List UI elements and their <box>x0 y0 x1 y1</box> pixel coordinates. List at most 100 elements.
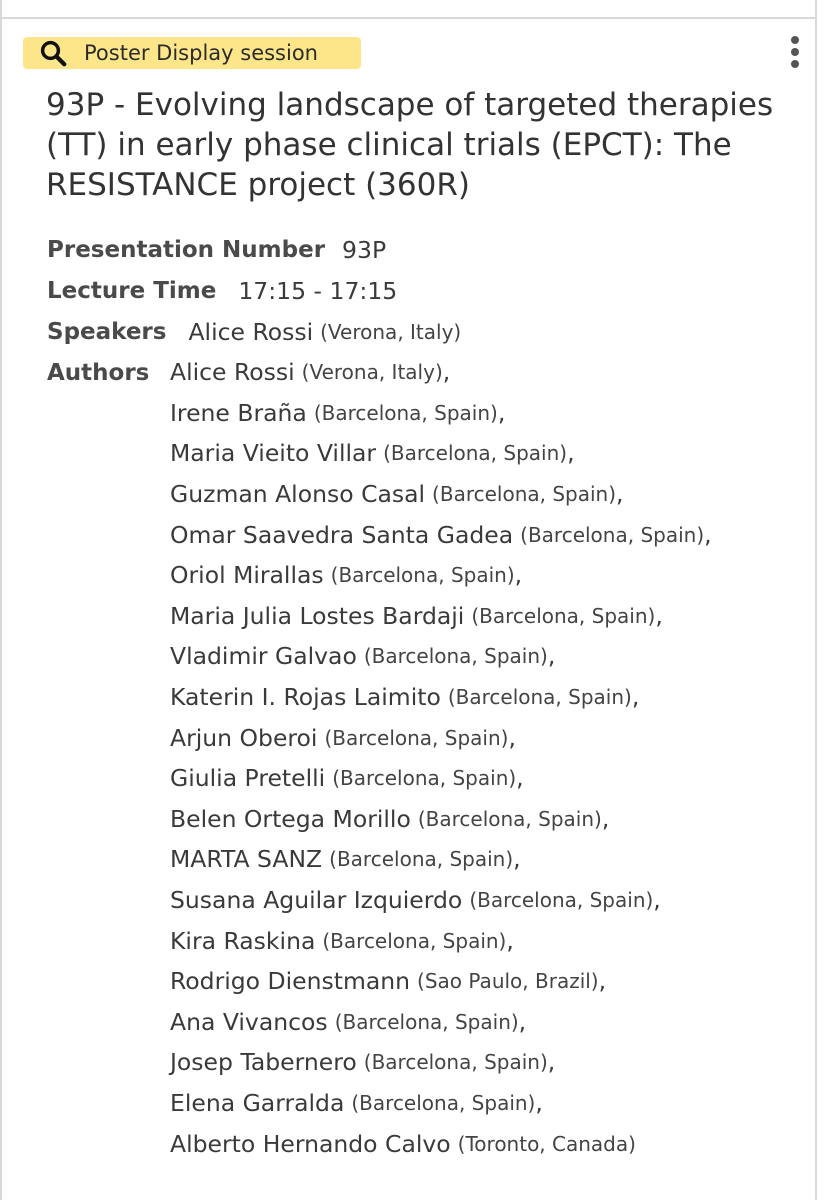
session-type-label: Poster Display session <box>84 41 318 65</box>
author-item: Omar Saavedra Santa Gadea (Barcelona, Spa… <box>170 514 712 555</box>
abstract-title[interactable]: 93P - Evolving landscape of targeted the… <box>46 85 786 205</box>
author-location: (Barcelona, Spain) <box>334 1009 519 1034</box>
author-name[interactable]: Omar Saavedra Santa Gadea <box>170 521 513 549</box>
author-name[interactable]: Susana Aguilar Izquierdo <box>170 886 462 914</box>
author-location: (Barcelona, Spain) <box>322 928 507 953</box>
author-name[interactable]: Alberto Hernando Calvo <box>170 1130 451 1158</box>
author-separator: , <box>514 561 523 590</box>
author-name[interactable]: Rodrigo Dienstmann <box>170 967 410 995</box>
author-name[interactable]: Maria Julia Lostes Bardaji <box>170 602 464 630</box>
author-item: Arjun Oberoi (Barcelona, Spain), <box>170 717 712 758</box>
author-name[interactable]: Guzman Alonso Casal <box>170 480 425 508</box>
author-item: Ana Vivancos (Barcelona, Spain), <box>170 1002 712 1043</box>
author-separator: , <box>704 520 712 549</box>
author-item: Irene Braña (Barcelona, Spain), <box>170 393 712 434</box>
top-divider <box>0 17 817 19</box>
author-item: Belen Ortega Morillo (Barcelona, Spain), <box>170 799 712 840</box>
author-separator: , <box>535 1088 543 1117</box>
author-separator: , <box>506 926 514 955</box>
author-item: Rodrigo Dienstmann (Sao Paulo, Brazil), <box>170 961 712 1002</box>
author-name[interactable]: MARTA SANZ <box>170 845 322 873</box>
author-separator: , <box>442 358 451 387</box>
card-border-right <box>815 0 817 1200</box>
more-vertical-icon[interactable] <box>786 36 804 68</box>
author-location: (Verona, Italy) <box>301 360 443 385</box>
more-dot <box>791 60 799 68</box>
author-item: Alice Rossi (Verona, Italy), <box>170 352 712 393</box>
author-separator: , <box>513 845 521 874</box>
author-location: (Toronto, Canada) <box>457 1131 636 1156</box>
more-dot <box>791 48 799 56</box>
session-card: Poster Display session 93P - Evolving la… <box>0 0 836 1200</box>
session-details: Presentation Number 93P Lecture Time 17:… <box>47 229 807 1164</box>
lecture-time-label: Lecture Time <box>47 277 217 304</box>
author-separator: , <box>616 480 624 509</box>
author-separator: , <box>516 764 524 793</box>
author-name[interactable]: Kira Raskina <box>170 927 315 955</box>
author-location: (Barcelona, Spain) <box>324 725 509 750</box>
presentation-number-label: Presentation Number <box>47 236 326 263</box>
author-name[interactable]: Ana Vivancos <box>170 1008 328 1036</box>
author-item: Susana Aguilar Izquierdo (Barcelona, Spai… <box>170 880 712 921</box>
author-location: (Barcelona, Spain) <box>383 441 568 466</box>
author-name[interactable]: Giulia Pretelli <box>170 764 325 792</box>
author-separator: , <box>601 804 610 833</box>
author-location: (Barcelona, Spain) <box>332 766 517 791</box>
search-icon <box>40 40 67 67</box>
author-location: (Sao Paulo, Brazil) <box>417 969 599 994</box>
author-name[interactable]: Alice Rossi <box>170 358 295 386</box>
author-item: MARTA SANZ (Barcelona, Spain), <box>170 839 712 880</box>
author-location: (Barcelona, Spain) <box>471 603 656 628</box>
author-item: Elena Garralda (Barcelona, Spain), <box>170 1083 712 1124</box>
author-location: (Barcelona, Spain) <box>520 522 705 547</box>
lecture-time-row: Lecture Time 17:15 - 17:15 <box>47 270 807 311</box>
author-item: Vladimir Galvao (Barcelona, Spain), <box>170 636 712 677</box>
session-type-badge[interactable]: Poster Display session <box>23 37 361 69</box>
author-separator: , <box>508 723 516 752</box>
author-location: (Barcelona, Spain) <box>469 888 654 913</box>
author-location: (Barcelona, Spain) <box>363 644 548 669</box>
author-name[interactable]: Maria Vieito Villar <box>170 439 376 467</box>
author-location: (Barcelona, Spain) <box>329 847 514 872</box>
author-item: Maria Vieito Villar (Barcelona, Spain), <box>170 433 712 474</box>
author-item: Katerin I. Rojas Laimito (Barcelona, Spai… <box>170 677 712 718</box>
author-separator: , <box>631 683 640 712</box>
author-name[interactable]: Arjun Oberoi <box>170 724 317 752</box>
author-item: Oriol Mirallas (Barcelona, Spain), <box>170 555 712 596</box>
presentation-number-value: 93P <box>342 235 387 264</box>
author-location: (Barcelona, Spain) <box>330 563 515 588</box>
presentation-number-row: Presentation Number 93P <box>47 229 807 270</box>
author-item: Alberto Hernando Calvo (Toronto, Canada) <box>170 1123 712 1164</box>
authors-label: Authors <box>47 359 150 386</box>
author-item: Giulia Pretelli (Barcelona, Spain), <box>170 758 712 799</box>
speakers-row: Speakers Alice Rossi (Verona, Italy) <box>47 311 807 352</box>
author-item: Josep Tabernero (Barcelona, Spain), <box>170 1042 712 1083</box>
author-item: Maria Julia Lostes Bardaji (Barcelona, Sp… <box>170 596 712 637</box>
author-separator: , <box>547 642 556 671</box>
speaker-name[interactable]: Alice Rossi <box>188 318 313 346</box>
author-separator: , <box>598 967 607 996</box>
author-name[interactable]: Josep Tabernero <box>170 1048 357 1076</box>
more-dot <box>791 36 799 44</box>
author-separator: , <box>653 886 661 915</box>
author-name[interactable]: Katerin I. Rojas Laimito <box>170 683 441 711</box>
author-location: (Barcelona, Spain) <box>432 482 617 507</box>
author-separator: , <box>547 1048 556 1077</box>
author-location: (Barcelona, Spain) <box>447 685 632 710</box>
author-name[interactable]: Irene Braña <box>170 399 307 427</box>
author-separator: , <box>567 439 575 468</box>
author-name[interactable]: Vladimir Galvao <box>170 642 357 670</box>
author-list: Alice Rossi (Verona, Italy), Irene Braña (B… <box>170 352 712 1164</box>
speaker-location: (Verona, Italy) <box>320 319 462 344</box>
author-location: (Barcelona, Spain) <box>313 400 498 425</box>
author-item: Kira Raskina (Barcelona, Spain), <box>170 920 712 961</box>
authors-row: Authors Alice Rossi (Verona, Italy), Irene… <box>47 352 807 1164</box>
author-separator: , <box>497 398 506 427</box>
author-name[interactable]: Belen Ortega Morillo <box>170 805 411 833</box>
author-location: (Barcelona, Spain) <box>417 806 602 831</box>
author-name[interactable]: Elena Garralda <box>170 1089 344 1117</box>
author-separator: , <box>518 1007 527 1036</box>
author-item: Guzman Alonso Casal (Barcelona, Spain), <box>170 474 712 515</box>
author-name[interactable]: Oriol Mirallas <box>170 561 324 589</box>
speakers-label: Speakers <box>47 318 167 345</box>
